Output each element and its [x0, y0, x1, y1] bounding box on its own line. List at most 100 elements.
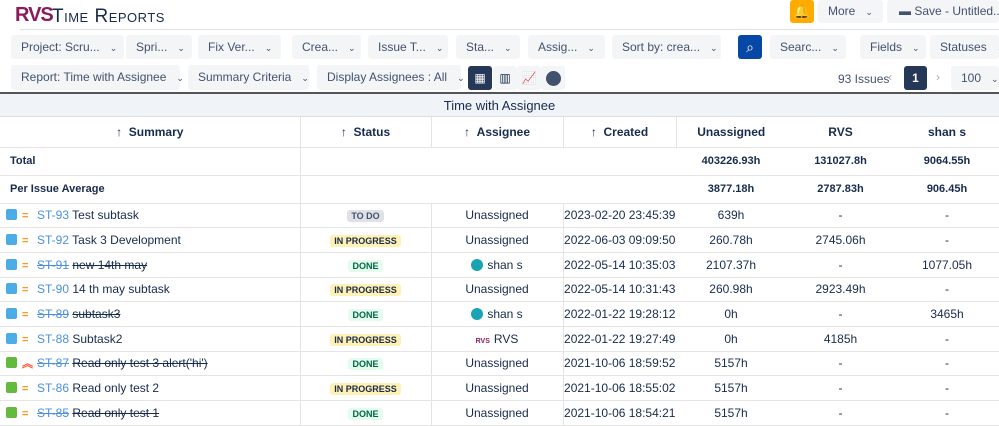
column-rvs[interactable]: RVS — [786, 117, 895, 148]
table-row[interactable]: = ST-86 Read only test 2 IN PROGRESS Unas… — [0, 375, 999, 401]
fields-button[interactable]: Fields ⌄ — [860, 35, 926, 59]
summary-criteria-button[interactable]: Summary Criteria ⌄ — [188, 65, 309, 90]
assignee-name: shan s — [487, 257, 523, 272]
column-summary[interactable]: ↑ Summary — [0, 117, 301, 148]
chevron-down-icon: ⌄ — [457, 73, 465, 83]
average-row: Per Issue Average 3877.18h 2787.83h 906.… — [0, 175, 999, 204]
filter-label: Fix Ver... — [208, 40, 255, 54]
filter-button[interactable]: Issue T... ⌄ — [368, 35, 448, 59]
created-date: 2023-02-20 23:45:39 — [563, 203, 676, 229]
issue-key-link[interactable]: ST-92 — [37, 233, 69, 247]
page-1-button[interactable]: 1 — [904, 66, 927, 90]
table-row[interactable]: = ST-88 Subtask2 IN PROGRESS RVS RVS 2022-… — [0, 326, 999, 352]
filter-button[interactable]: Project: Scru... ⌄ — [11, 35, 124, 59]
search-filter-label: Searc... — [780, 40, 822, 54]
created-date: 2021-10-06 18:54:21 — [563, 400, 676, 426]
issue-key-link[interactable]: ST-86 — [37, 381, 69, 395]
created-date: 2022-01-22 19:27:49 — [563, 326, 676, 352]
priority-medium-icon: = — [22, 309, 29, 322]
report-select[interactable]: Report: Time with Assignee ⌄ — [11, 65, 184, 90]
column-created[interactable]: ↑ Created — [563, 117, 677, 148]
display-assignees-select[interactable]: Display Assignees : All ⌄ — [317, 65, 465, 90]
column-status[interactable]: ↑ Status — [300, 117, 432, 148]
filter-button[interactable]: Crea... ⌄ — [292, 35, 361, 59]
notification-bell-button[interactable]: 🔔 — [790, 0, 814, 23]
search-button[interactable]: ⌕ — [738, 35, 762, 59]
more-button[interactable]: More ⌄ — [818, 0, 883, 23]
chevron-down-icon: ⌄ — [348, 43, 356, 53]
issue-key-link[interactable]: ST-90 — [37, 282, 69, 296]
shan-time: - — [895, 351, 999, 377]
issue-key-link[interactable]: ST-89 — [37, 307, 69, 321]
prev-page-button[interactable]: ‹ — [888, 70, 892, 84]
rvs-time: - — [786, 301, 895, 327]
column-unassigned[interactable]: Unassigned — [676, 117, 786, 148]
report-label: Report: Time with Assignee — [21, 70, 167, 84]
issue-key-link[interactable]: ST-91 — [37, 258, 69, 272]
issue-key-link[interactable]: ST-93 — [37, 208, 69, 222]
table-row[interactable]: ︽ ST-87 Read only test 3 alert('hi') DONE… — [0, 351, 999, 377]
status-lozenge: TO DO — [347, 210, 384, 223]
chevron-down-icon: ⌄ — [177, 43, 185, 53]
statuses-label: Statuses — [940, 40, 987, 54]
total-label: Total — [0, 147, 301, 176]
page-size-select[interactable]: 100 ⌄ — [951, 66, 999, 90]
priority-medium-icon: = — [22, 284, 29, 297]
bell-icon: 🔔 — [793, 3, 811, 19]
grid-icon: ▦ — [474, 71, 486, 85]
average-unassigned: 3877.18h — [676, 175, 786, 204]
column-shan[interactable]: shan s — [895, 117, 999, 148]
filter-button[interactable]: Assig... ⌄ — [528, 35, 605, 59]
rvs-time: - — [786, 400, 895, 426]
column-assignee[interactable]: ↑ Assignee — [431, 117, 564, 148]
search-filter[interactable]: Searc... ⌄ — [770, 35, 846, 59]
filter-button[interactable]: Sta... ⌄ — [456, 35, 520, 59]
filter-button[interactable]: Sort by: crea... ⌄ — [612, 35, 721, 59]
next-page-button[interactable]: › — [936, 70, 940, 84]
story-icon — [6, 406, 17, 418]
chevron-down-icon: ⌄ — [301, 73, 309, 83]
line-chart-icon: 📈 — [521, 71, 537, 85]
bar-chart-button[interactable]: ▥ — [493, 66, 517, 90]
rvs-time: - — [786, 252, 895, 278]
table-row[interactable]: = ST-85 Read only test 1 DONE Unassigned … — [0, 400, 999, 426]
average-rvs: 2787.83h — [786, 175, 895, 204]
issue-summary: Read only test 1 — [72, 405, 160, 420]
grid-view-button[interactable]: ▦ — [468, 66, 492, 90]
rvs-avatar: RVS — [475, 337, 490, 345]
filter-button[interactable]: Spri... ⌄ — [126, 35, 192, 59]
bar-chart-icon: ▥ — [499, 71, 511, 85]
assignee-name: Unassigned — [465, 208, 529, 223]
table-row[interactable]: = ST-91 new 14th may DONE shan s 2022-05-… — [0, 252, 999, 278]
table-row[interactable]: = ST-92 Task 3 Development IN PROGRESS Un… — [0, 227, 999, 253]
status-lozenge: DONE — [348, 259, 383, 272]
status-lozenge: DONE — [348, 407, 383, 420]
unassigned-time: 639h — [676, 203, 786, 229]
issue-key-link[interactable]: ST-87 — [37, 356, 69, 370]
issue-key-link[interactable]: ST-85 — [37, 406, 69, 420]
clock-button[interactable] — [541, 66, 565, 90]
issue-key-link[interactable]: ST-88 — [37, 332, 69, 346]
line-chart-button[interactable]: 📈 — [517, 66, 541, 90]
statuses-button[interactable]: Statuses⌄ — [930, 35, 999, 59]
shan-time: - — [895, 375, 999, 401]
average-label: Per Issue Average — [0, 175, 301, 204]
created-date: 2021-10-06 18:59:52 — [563, 351, 676, 377]
rvs-time: 2923.49h — [786, 277, 895, 303]
chevron-down-icon: ⌄ — [435, 43, 444, 53]
table-row[interactable]: = ST-89 subtask3 DONE shan s 2022-01-22 1… — [0, 301, 999, 327]
shan-time: - — [895, 326, 999, 352]
header: RVS Time Reports 🔔 More ⌄ ▬ Save - Untitl… — [0, 0, 999, 30]
table-row[interactable]: = ST-93 Test subtask TO DO Unassigned 202… — [0, 203, 999, 229]
sort-up-icon: ↑ — [463, 124, 470, 139]
total-rvs: 131027.8h — [786, 147, 895, 176]
chevron-down-icon: ⌄ — [912, 43, 920, 53]
filter-button[interactable]: Fix Ver... ⌄ — [198, 35, 281, 59]
unassigned-time: 5157h — [676, 400, 786, 426]
table-row[interactable]: = ST-90 14 th may subtask IN PROGRESS Una… — [0, 277, 999, 303]
more-label: More — [828, 4, 856, 18]
unassigned-time: 2107.37h — [676, 252, 786, 278]
filter-label: Issue T... — [378, 40, 426, 54]
chevron-down-icon: ⌄ — [176, 73, 184, 83]
save-button[interactable]: ▬ Save - Untitled... — [887, 0, 999, 23]
